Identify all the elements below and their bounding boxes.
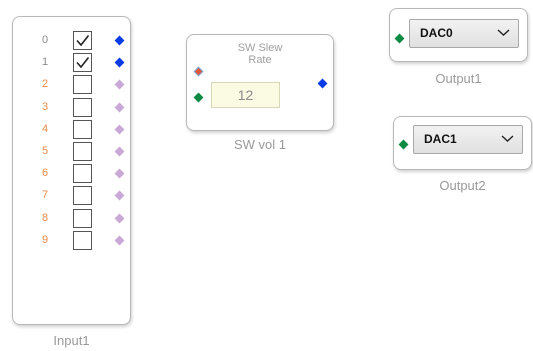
input-channel-checkbox[interactable] [73,119,92,139]
chevron-down-icon [497,29,510,36]
input-row: 8 [13,208,132,230]
input-row-index: 8 [41,211,49,224]
input-row: 7 [13,186,132,207]
input-channel-checkbox[interactable] [73,208,92,228]
green-diamond-icon[interactable] [193,92,204,103]
input-row-index: 4 [41,122,49,135]
blue-diamond-icon[interactable] [114,57,125,68]
input-channel-checkbox[interactable] [73,31,92,50]
input-block[interactable]: 0 1 2 3 4 5 6 7 8 9 [12,16,131,325]
input-row-index: 1 [41,56,49,69]
lilac-diamond-icon[interactable] [114,168,125,179]
lilac-diamond-icon[interactable] [114,235,125,246]
blue-diamond-icon[interactable] [317,78,328,89]
lilac-diamond-icon[interactable] [114,102,125,113]
input-row-index: 7 [41,189,49,202]
output2-dac-select-value: DAC1 [424,132,457,146]
input-row-index: 3 [41,100,49,113]
input-channel-checkbox[interactable] [73,97,92,117]
checkmark-icon [76,35,90,47]
design-canvas[interactable]: 0123456789 Input1 SW Slew Rate 12 SW vol… [0,0,533,351]
input-channel-checkbox[interactable] [73,75,92,95]
input-row: 2 [13,75,132,96]
input-channel-checkbox[interactable] [73,164,92,184]
lilac-diamond-icon[interactable] [114,146,125,157]
blue-diamond-icon[interactable] [114,35,125,46]
output1-dac-select-value: DAC0 [420,26,453,40]
input-row-index: 5 [41,145,49,157]
input-row-index: 2 [41,78,49,91]
output1-dac-select[interactable]: DAC0 [409,19,519,48]
green-diamond-icon[interactable] [394,33,405,44]
lilac-diamond-icon[interactable] [114,124,125,135]
input-channel-checkbox[interactable] [73,142,92,161]
red-diamond-icon[interactable] [193,66,204,77]
slew-title-line1: SW Slew [237,42,283,54]
input-row: 5 [13,142,132,163]
output1-caption: Output1 [435,71,482,86]
chevron-down-icon [501,135,514,142]
input-channel-checkbox[interactable] [73,186,92,206]
input-row: 4 [13,119,132,141]
slew-block-caption: SW vol 1 [233,137,286,152]
input-row-index: 0 [41,34,49,46]
input-row: 3 [13,97,132,119]
input-channel-checkbox[interactable] [73,53,92,73]
slew-rate-block[interactable]: SW Slew Rate 12 [186,34,334,131]
checkmark-icon [76,57,90,69]
output2-caption: Output2 [439,178,486,193]
input-row: 6 [13,164,132,185]
input-row: 1 [13,53,132,74]
input-row: 0 [13,31,132,52]
output2-block[interactable]: DAC1 [393,116,532,170]
input-row-index: 9 [41,233,49,246]
lilac-diamond-icon[interactable] [114,79,125,90]
output1-block[interactable]: DAC0 [389,8,528,62]
green-diamond-icon[interactable] [398,139,409,150]
lilac-diamond-icon[interactable] [114,213,125,224]
input-row-index: 6 [41,167,49,180]
slew-title-line2: Rate [248,54,272,66]
lilac-diamond-icon[interactable] [114,190,125,201]
input-channel-checkbox[interactable] [73,230,92,250]
input-block-caption: Input1 [53,333,90,348]
output2-dac-select[interactable]: DAC1 [413,125,523,154]
slew-value-field[interactable]: 12 [211,82,280,108]
input-row: 9 [13,230,132,252]
